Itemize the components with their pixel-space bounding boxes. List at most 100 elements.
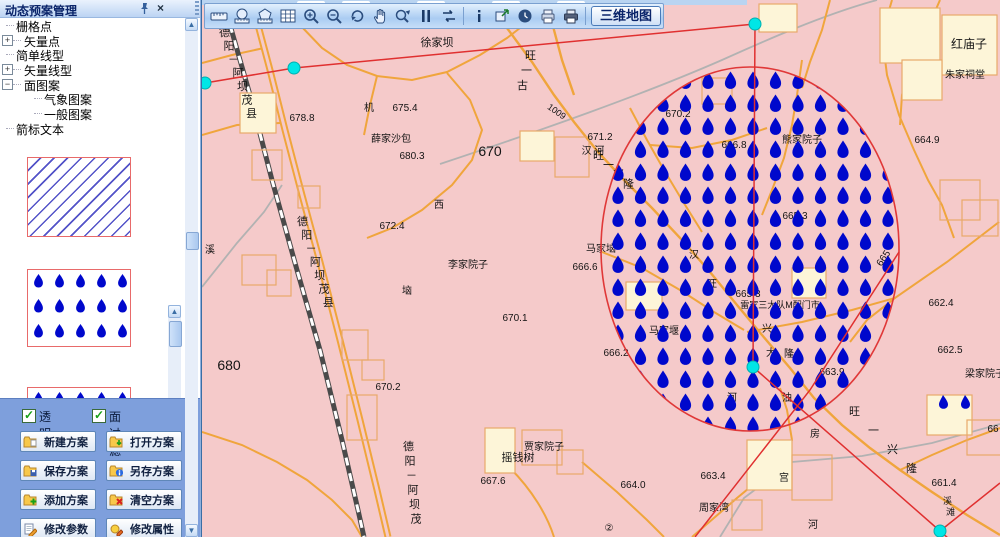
map-label: ② bbox=[605, 523, 614, 534]
previous-view-icon bbox=[348, 7, 366, 25]
map-label: 薛家沙包 bbox=[371, 132, 411, 145]
toolbar-button-measure-polygon[interactable] bbox=[253, 6, 276, 27]
map-label: 机 bbox=[364, 101, 374, 114]
close-icon[interactable]: × bbox=[154, 2, 167, 15]
map-label: 680.3 bbox=[399, 151, 424, 162]
zoom-in-icon bbox=[302, 7, 320, 25]
checkbox-check-icon[interactable]: ✓ bbox=[22, 409, 36, 423]
saveas-plan-icon bbox=[109, 464, 123, 478]
tree-item-label: 箭标文本 bbox=[16, 121, 64, 138]
toolbar-button-print-preview[interactable] bbox=[536, 6, 559, 27]
scroll-up-icon[interactable]: ▲ bbox=[185, 18, 198, 31]
button-label: 修改属性 bbox=[125, 521, 179, 537]
pattern-swatch-raindrop[interactable] bbox=[27, 269, 131, 347]
toolbar-button-grid[interactable] bbox=[276, 6, 299, 27]
toolbar-separator bbox=[585, 7, 586, 25]
toolbar-button-pause[interactable] bbox=[414, 6, 437, 27]
zoom-out-icon bbox=[325, 7, 343, 25]
scroll-down-icon[interactable]: ▼ bbox=[185, 524, 198, 537]
save-plan-button[interactable]: 保存方案 bbox=[20, 460, 96, 481]
tree-item-4[interactable]: −面图案 bbox=[0, 77, 184, 92]
modify-params-icon bbox=[23, 522, 37, 536]
info-icon bbox=[470, 7, 488, 25]
map-toolbar: 三维地图 bbox=[204, 3, 664, 29]
toolbar-button-info[interactable] bbox=[467, 6, 490, 27]
open-plan-button[interactable]: 打开方案 bbox=[106, 431, 182, 452]
map-label: 徐家坝 bbox=[421, 35, 454, 49]
tree-item-6[interactable]: 一般图案 bbox=[0, 106, 184, 121]
pattern-swatch-hatch[interactable] bbox=[27, 157, 131, 237]
map-label: 675.4 bbox=[392, 103, 417, 114]
toolbar-button-pan[interactable] bbox=[368, 6, 391, 27]
button-label: 新建方案 bbox=[39, 434, 93, 450]
map-label: 661.4 bbox=[931, 478, 956, 489]
expand-icon[interactable]: + bbox=[2, 64, 13, 75]
button-label: 另存方案 bbox=[125, 463, 179, 479]
map-label: 672.4 bbox=[379, 221, 404, 232]
tree-item-1[interactable]: +矢量点 bbox=[0, 33, 184, 48]
map-label: 朱家祠堂 bbox=[945, 68, 985, 81]
map-label: 663.4 bbox=[700, 471, 725, 482]
toolbar-button-export[interactable] bbox=[490, 6, 513, 27]
tree-item-5[interactable]: 气象图案 bbox=[0, 91, 184, 106]
map-label: 垴 bbox=[402, 285, 412, 297]
map-label: 66 bbox=[987, 424, 999, 435]
map-label: 666.6 bbox=[572, 262, 597, 273]
toolbar-button-zoom-in[interactable] bbox=[299, 6, 322, 27]
pan-icon bbox=[371, 7, 389, 25]
map-3d-button[interactable]: 三维地图 bbox=[591, 6, 661, 26]
panel-scrollbar[interactable]: ▲ ▼ bbox=[185, 18, 198, 537]
pattern-list-scrollbar[interactable]: ▲ ▼ bbox=[168, 305, 181, 398]
modify-props-button[interactable]: 修改属性 bbox=[106, 518, 182, 537]
button-label: 打开方案 bbox=[125, 434, 179, 450]
pin-icon[interactable] bbox=[138, 2, 151, 15]
new-plan-icon bbox=[23, 435, 37, 449]
tree-item-3[interactable]: +矢量线型 bbox=[0, 62, 184, 77]
map-label: 梁家院子 bbox=[965, 367, 1000, 380]
map-label: 李家院子 bbox=[448, 258, 488, 271]
toolbar-button-zoom-out[interactable] bbox=[322, 6, 345, 27]
filter-checkbox-row: ✓透明✓面过滤 bbox=[0, 408, 200, 424]
grid-icon bbox=[279, 7, 297, 25]
collapse-icon[interactable]: − bbox=[2, 79, 13, 90]
tree-item-7[interactable]: 箭标文本 bbox=[0, 121, 184, 136]
toolbar-button-measure-circle[interactable] bbox=[230, 6, 253, 27]
map-label: 河 bbox=[808, 519, 818, 531]
toolbar-button-swap-arrows[interactable] bbox=[437, 6, 460, 27]
pattern-list: ▲ ▼ bbox=[0, 150, 185, 398]
toolbar-separator bbox=[463, 7, 464, 25]
toolbar-button-zoom-window[interactable] bbox=[391, 6, 414, 27]
tree-item-0[interactable]: 栅格点 bbox=[0, 18, 184, 33]
toolbar-button-previous-view[interactable] bbox=[345, 6, 368, 27]
expand-icon[interactable]: + bbox=[2, 35, 13, 46]
saveas-plan-button[interactable]: 另存方案 bbox=[106, 460, 182, 481]
toolbar-button-print[interactable] bbox=[559, 6, 582, 27]
open-plan-icon bbox=[109, 435, 123, 449]
button-label: 清空方案 bbox=[125, 492, 179, 508]
application-window: 徐家坝红庙子朱家祠堂678.8机675.4薛家沙包680.3670671.267… bbox=[0, 0, 1000, 537]
new-plan-button[interactable]: 新建方案 bbox=[20, 431, 96, 452]
map-area[interactable]: 徐家坝红庙子朱家祠堂678.8机675.4薛家沙包680.3670671.267… bbox=[200, 0, 1000, 537]
measure-polygon-icon bbox=[256, 7, 274, 25]
scroll-up-icon[interactable]: ▲ bbox=[168, 305, 181, 318]
checkbox-check-icon[interactable]: ✓ bbox=[92, 409, 106, 423]
print-icon bbox=[562, 7, 580, 25]
add-plan-button[interactable]: 添加方案 bbox=[20, 489, 96, 510]
map-label: 680 bbox=[217, 357, 241, 373]
map-label: 670.1 bbox=[502, 313, 527, 324]
button-label: 保存方案 bbox=[39, 463, 93, 479]
map-label: 溪 bbox=[205, 244, 215, 256]
print-preview-icon bbox=[539, 7, 557, 25]
map-label: 西 bbox=[434, 200, 444, 211]
panel-title: 动态预案管理 bbox=[5, 2, 77, 19]
map-label: 662.4 bbox=[928, 298, 953, 309]
toolbar-button-ruler[interactable] bbox=[207, 6, 230, 27]
tree-item-2[interactable]: 简单线型 bbox=[0, 47, 184, 62]
toolbar-button-clock[interactable] bbox=[513, 6, 536, 27]
map-label: 红庙子 bbox=[951, 36, 987, 51]
modify-params-button[interactable]: 修改参数 bbox=[20, 518, 96, 537]
panel-grip-handle[interactable] bbox=[195, 1, 199, 16]
map-canvas[interactable]: 徐家坝红庙子朱家祠堂678.8机675.4薛家沙包680.3670671.267… bbox=[202, 0, 1000, 537]
pattern-swatch-raindrop-2[interactable] bbox=[27, 387, 131, 398]
clear-plan-button[interactable]: 清空方案 bbox=[106, 489, 182, 510]
